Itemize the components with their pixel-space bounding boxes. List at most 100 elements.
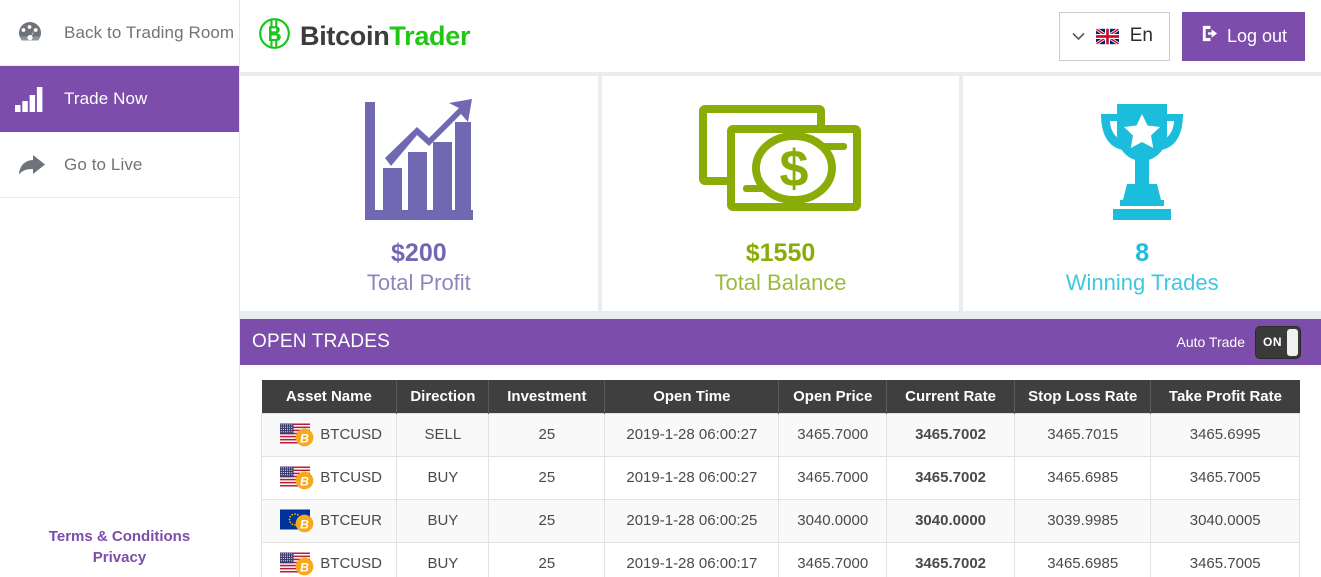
- auto-trade-state: ON: [1263, 335, 1282, 349]
- cell-open-price: 3465.7000: [778, 455, 888, 500]
- brand-title-first: Bitcoin: [300, 20, 390, 51]
- cell-asset-name: B BTCUSD: [260, 412, 398, 457]
- column-header-open-price[interactable]: Open Price: [778, 380, 888, 413]
- sidebar-item-label: Back to Trading Room: [64, 22, 235, 42]
- logout-icon: [1200, 24, 1219, 48]
- open-trades-header: OPEN TRADES Auto Trade ON: [240, 319, 1321, 365]
- app-root: Back to Trading Room Trade Now Go to Liv…: [0, 0, 1321, 577]
- stat-card-total-balance: $ $1550 Total Balance: [601, 76, 960, 311]
- column-header-open-time[interactable]: Open Time: [604, 380, 780, 413]
- growth-bar-chart-icon: [361, 91, 476, 231]
- forward-arrow-icon: [14, 150, 60, 180]
- panel-title: OPEN TRADES: [252, 331, 391, 352]
- auto-trade-control: Auto Trade ON: [1176, 325, 1301, 359]
- cell-asset-name: B BTCEUR: [260, 498, 398, 543]
- svg-text:B: B: [300, 474, 309, 488]
- sidebar-item-label: Trade Now: [64, 88, 148, 108]
- sidebar: Back to Trading Room Trade Now Go to Liv…: [0, 0, 240, 577]
- brand-title: BitcoinTrader: [300, 21, 470, 52]
- topbar: BitcoinTrader En Log out: [240, 0, 1321, 72]
- table-row[interactable]: B BTCUSD BUY 25 2019-1-28 06:00:27 3465.7000 3…: [260, 455, 1300, 500]
- cell-investment: 25: [488, 498, 606, 543]
- stat-cards: $200 Total Profit $ $1550 Total Balance: [240, 72, 1321, 311]
- column-header-take-profit-rate[interactable]: Take Profit Rate: [1150, 380, 1300, 413]
- cell-asset-name: B BTCUSD: [260, 455, 398, 500]
- cell-current-rate: 3465.7002: [886, 455, 1016, 500]
- column-header-asset-name[interactable]: Asset Name: [261, 380, 398, 413]
- column-header-current-rate[interactable]: Current Rate: [886, 380, 1016, 413]
- cell-stop-loss-rate: 3465.6985: [1014, 541, 1152, 577]
- stat-card-label: Total Balance: [714, 270, 847, 295]
- asset-name-label: BTCEUR: [320, 512, 382, 529]
- column-header-stop-loss-rate[interactable]: Stop Loss Rate: [1014, 380, 1152, 413]
- cell-open-time: 2019-1-28 06:00:27: [604, 455, 780, 500]
- uk-flag-icon: [1095, 27, 1119, 45]
- column-header-direction[interactable]: Direction: [396, 380, 490, 413]
- cell-investment: 25: [488, 541, 606, 577]
- auto-trade-label: Auto Trade: [1176, 334, 1246, 350]
- table-row[interactable]: B BTCUSD SELL 25 2019-1-28 06:00:27 3465.7000…: [260, 412, 1300, 457]
- us-flag-icon: B: [280, 464, 320, 492]
- cell-take-profit-rate: 3465.7005: [1150, 455, 1300, 500]
- banknotes-icon: $: [698, 91, 863, 231]
- cell-direction: BUY: [396, 541, 490, 577]
- stat-card-value: 8: [1135, 239, 1150, 267]
- sidebar-item-trade-now[interactable]: Trade Now: [0, 66, 239, 132]
- main-content: BitcoinTrader En Log out $200 Total Prof…: [240, 0, 1321, 577]
- stat-card-label: Total Profit: [366, 270, 471, 295]
- table-header-row: Asset Name Direction Investment Open Tim…: [261, 380, 1300, 413]
- cell-open-time: 2019-1-28 06:00:17: [604, 541, 780, 577]
- language-selector[interactable]: En: [1058, 11, 1170, 61]
- table-row[interactable]: B BTCEUR BUY 25 2019-1-28 06:00:25 3040.0000 3…: [260, 498, 1300, 543]
- sidebar-footer: Terms & Conditions Privacy: [0, 526, 239, 577]
- cell-open-time: 2019-1-28 06:00:25: [604, 498, 780, 543]
- brand: BitcoinTrader: [258, 17, 470, 55]
- cell-open-time: 2019-1-28 06:00:27: [604, 412, 780, 457]
- open-trades-panel: OPEN TRADES Auto Trade ON Asset Name Dir…: [240, 319, 1321, 577]
- cell-asset-name: B BTCUSD: [260, 541, 398, 577]
- stat-card-winning-trades: 8 Winning Trades: [963, 76, 1321, 311]
- sidebar-item-label: Go to Live: [64, 154, 143, 174]
- cell-investment: 25: [488, 455, 606, 500]
- cell-take-profit-rate: 3465.7005: [1150, 541, 1300, 577]
- svg-text:B: B: [300, 560, 309, 574]
- eu-flag-icon: B: [280, 507, 320, 535]
- us-flag-icon: B: [280, 421, 320, 449]
- bitcoin-coin-icon: B: [295, 557, 314, 577]
- stat-card-value: $1550: [745, 239, 816, 267]
- cell-open-price: 3040.0000: [778, 498, 888, 543]
- column-header-investment[interactable]: Investment: [488, 380, 606, 413]
- cell-take-profit-rate: 3465.6995: [1150, 412, 1300, 457]
- bitcoin-coin-icon: B: [295, 428, 314, 451]
- cell-current-rate: 3465.7002: [886, 412, 1016, 457]
- table-row[interactable]: B BTCUSD BUY 25 2019-1-28 06:00:17 3465.7000 3…: [260, 541, 1300, 577]
- cell-direction: SELL: [396, 412, 490, 457]
- svg-text:$: $: [780, 140, 809, 198]
- us-flag-icon: B: [280, 550, 320, 577]
- cell-stop-loss-rate: 3039.9985: [1014, 498, 1152, 543]
- logout-button[interactable]: Log out: [1181, 11, 1305, 61]
- terms-and-conditions-link[interactable]: Terms & Conditions: [0, 526, 239, 548]
- bitcoin-coin-icon: B: [295, 514, 314, 537]
- auto-trade-toggle[interactable]: ON: [1255, 325, 1301, 359]
- cell-direction: BUY: [396, 498, 490, 543]
- cell-current-rate: 3465.7002: [886, 541, 1016, 577]
- logout-label: Log out: [1226, 25, 1287, 46]
- cell-direction: BUY: [396, 455, 490, 500]
- table-body: B BTCUSD SELL 25 2019-1-28 06:00:27 3465.7000…: [260, 412, 1300, 577]
- bitcoin-coin-icon: B: [295, 471, 314, 494]
- svg-text:B: B: [300, 431, 309, 445]
- trophy-icon: [1087, 91, 1197, 231]
- privacy-link[interactable]: Privacy: [0, 547, 239, 569]
- asset-name-label: BTCUSD: [320, 426, 382, 443]
- sidebar-item-back-to-trading-room[interactable]: Back to Trading Room: [0, 0, 239, 66]
- svg-text:B: B: [300, 517, 309, 531]
- cell-stop-loss-rate: 3465.6985: [1014, 455, 1152, 500]
- toggle-knob[interactable]: [1287, 328, 1298, 356]
- open-trades-table-wrap: Asset Name Direction Investment Open Tim…: [240, 365, 1321, 577]
- sidebar-item-go-to-live[interactable]: Go to Live: [0, 132, 239, 198]
- cell-investment: 25: [488, 412, 606, 457]
- stat-card-value: $200: [391, 239, 447, 267]
- speedometer-icon: [14, 17, 60, 49]
